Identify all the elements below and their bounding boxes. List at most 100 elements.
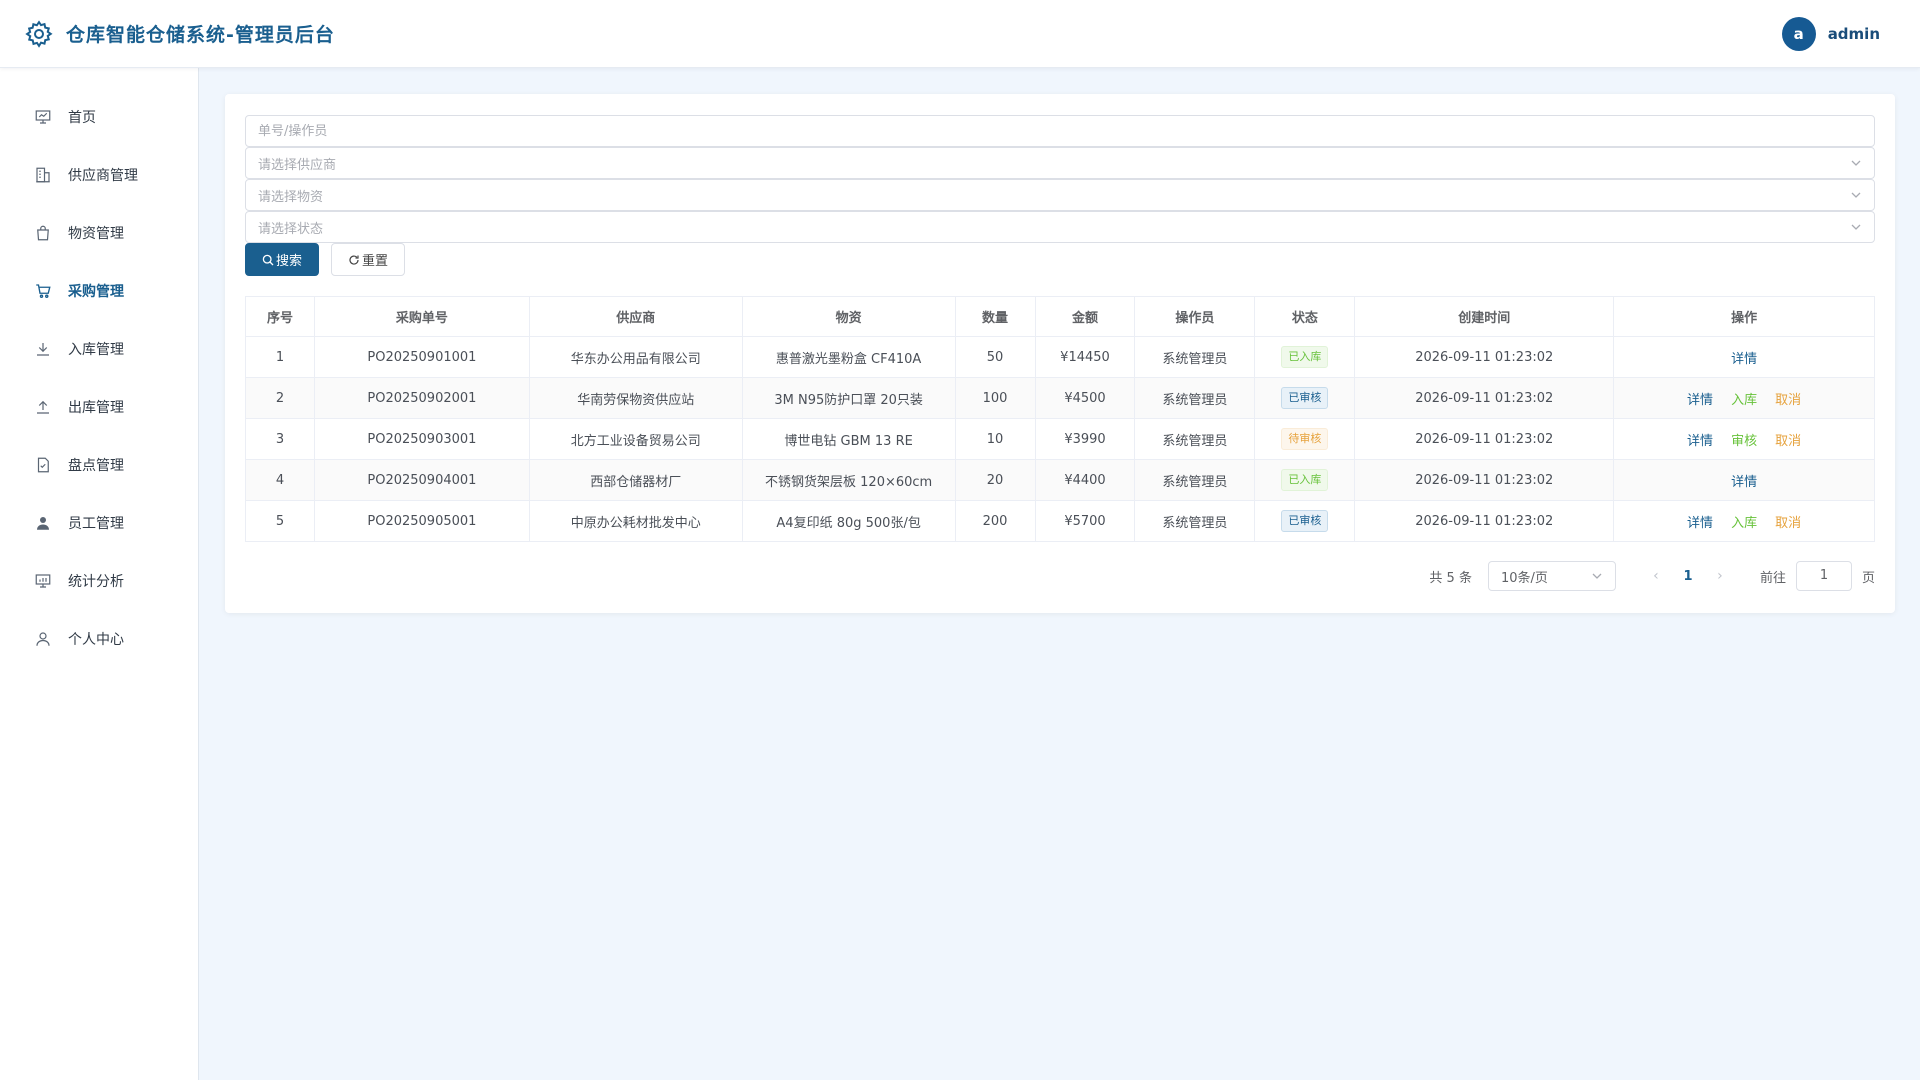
user-menu[interactable]: a admin	[1781, 16, 1880, 51]
sidebar-item-purchase[interactable]: 采购管理	[0, 262, 198, 320]
sidebar-item-statistics[interactable]: 统计分析	[0, 552, 198, 610]
cell-created-time: 2026-09-11 01:23:02	[1354, 336, 1615, 378]
sidebar-item-home[interactable]: 首页	[0, 88, 198, 146]
column-header: 金额	[1034, 296, 1136, 337]
cell-operator: 系统管理员	[1134, 377, 1256, 419]
cell-material: 3M N95防护口罩 20只装	[741, 377, 956, 419]
sidebar-item-outbound[interactable]: 出库管理	[0, 378, 198, 436]
cell-supplier: 北方工业设备贸易公司	[528, 418, 743, 460]
status-badge: 已审核	[1281, 510, 1329, 532]
presentation-icon	[34, 108, 52, 126]
cell-status: 已入库	[1254, 459, 1356, 501]
chevron-down-icon	[1851, 160, 1861, 166]
upload-icon	[34, 398, 52, 416]
search-button-label: 搜索	[275, 254, 302, 269]
cell-material: 惠普激光墨粉盒 CF410A	[741, 336, 956, 378]
cell-created-time: 2026-09-11 01:23:02	[1354, 377, 1615, 419]
cell-amount: ¥4400	[1034, 459, 1136, 501]
bag-icon	[34, 224, 52, 242]
cell-amount: ¥5700	[1034, 500, 1136, 542]
cell-actions: 详情	[1613, 336, 1875, 378]
sidebar-item-inbound[interactable]: 入库管理	[0, 320, 198, 378]
table-body: 1 PO20250901001 华东办公用品有限公司 惠普激光墨粉盒 CF410A 50…	[245, 336, 1875, 542]
cell-operator: 系统管理员	[1134, 500, 1256, 542]
document-check-icon	[34, 456, 52, 474]
chevron-down-icon	[1592, 573, 1602, 579]
avatar[interactable]: a	[1781, 16, 1816, 51]
cell-created-time: 2026-09-11 01:23:02	[1354, 418, 1615, 460]
cancel-link[interactable]: 取消	[1775, 516, 1801, 531]
material-select-placeholder: 请选择物资	[258, 189, 324, 205]
sidebar-item-label: 物资管理	[68, 226, 124, 242]
chevron-down-icon	[1851, 192, 1861, 198]
detail-link[interactable]: 详情	[1687, 516, 1713, 531]
cell-order-no: PO20250903001	[313, 418, 530, 460]
cell-operator: 系统管理员	[1134, 418, 1256, 460]
chevron-down-icon	[1851, 224, 1861, 230]
purchase-panel: 请选择供应商 请选择物资 请选择状态 搜索 重置 序号 采购单号 供应商	[225, 94, 1895, 613]
sidebar-item-employees[interactable]: 员工管理	[0, 494, 198, 552]
cell-created-time: 2026-09-11 01:23:02	[1354, 500, 1615, 542]
inbound-link[interactable]: 入库	[1731, 516, 1757, 531]
cell-quantity: 20	[954, 459, 1036, 501]
cancel-link[interactable]: 取消	[1775, 434, 1801, 449]
status-select-placeholder: 请选择状态	[258, 221, 324, 237]
cell-quantity: 50	[954, 336, 1036, 378]
inbound-link[interactable]: 入库	[1731, 393, 1757, 408]
material-select[interactable]: 请选择物资	[245, 179, 1875, 211]
supplier-select[interactable]: 请选择供应商	[245, 147, 1875, 179]
reset-button[interactable]: 重置	[331, 243, 405, 276]
sidebar-item-label: 盘点管理	[68, 458, 124, 474]
cell-operator: 系统管理员	[1134, 336, 1256, 378]
cell-order-no: PO20250902001	[313, 377, 530, 419]
cell-supplier: 华南劳保物资供应站	[528, 377, 743, 419]
detail-link[interactable]: 详情	[1687, 434, 1713, 449]
goto-label: 前往	[1759, 570, 1786, 586]
sidebar-item-materials[interactable]: 物资管理	[0, 204, 198, 262]
cell-created-time: 2026-09-11 01:23:02	[1354, 459, 1615, 501]
prev-page-button[interactable]: ‹	[1640, 568, 1672, 584]
purchase-table: 序号 采购单号 供应商 物资 数量 金额 操作员 状态 创建时间 操作 1 PO2…	[245, 296, 1875, 542]
status-select[interactable]: 请选择状态	[245, 211, 1875, 243]
next-page-button[interactable]: ›	[1704, 568, 1736, 584]
page-size-select[interactable]: 10条/页	[1487, 561, 1616, 591]
download-icon	[34, 340, 52, 358]
detail-link[interactable]: 详情	[1731, 475, 1757, 490]
cell-order-no: PO20250901001	[313, 336, 530, 378]
sidebar-item-label: 员工管理	[68, 516, 124, 532]
chart-board-icon	[34, 572, 52, 590]
sidebar-item-suppliers[interactable]: 供应商管理	[0, 146, 198, 204]
keyword-input[interactable]	[258, 123, 1862, 139]
cell-amount: ¥4500	[1034, 377, 1136, 419]
sidebar-item-profile[interactable]: 个人中心	[0, 610, 198, 668]
total-count: 共 5 条	[1429, 570, 1472, 586]
column-header: 状态	[1254, 296, 1356, 337]
pagination: 共 5 条 10条/页 ‹ 1 › 前往 1 页	[1429, 561, 1875, 591]
cell-index: 1	[245, 336, 315, 378]
sidebar-item-label: 出库管理	[68, 400, 124, 416]
cancel-link[interactable]: 取消	[1775, 393, 1801, 408]
table-row: 2 PO20250902001 华南劳保物资供应站 3M N95防护口罩 20只装 10…	[245, 377, 1875, 419]
status-badge: 已审核	[1281, 387, 1329, 409]
page-number-current[interactable]: 1	[1672, 569, 1704, 584]
detail-link[interactable]: 详情	[1687, 393, 1713, 408]
cell-quantity: 200	[954, 500, 1036, 542]
cell-status: 已审核	[1254, 500, 1356, 542]
user-filled-icon	[34, 514, 52, 532]
detail-link[interactable]: 详情	[1731, 352, 1757, 367]
approve-link[interactable]: 审核	[1731, 434, 1757, 449]
keyword-field[interactable]	[245, 115, 1875, 147]
cell-supplier: 中原办公耗材批发中心	[528, 500, 743, 542]
column-header: 供应商	[528, 296, 743, 337]
gear-icon	[24, 19, 54, 49]
cell-index: 2	[245, 377, 315, 419]
page-suffix: 页	[1861, 570, 1875, 586]
username[interactable]: admin	[1828, 25, 1880, 43]
table-row: 4 PO20250904001 西部仓储器材厂 不锈钢货架层板 120×60cm 20 ¥…	[245, 459, 1875, 501]
table-row: 3 PO20250903001 北方工业设备贸易公司 博世电钻 GBM 13 RE 10…	[245, 418, 1875, 460]
sidebar-item-inventory-check[interactable]: 盘点管理	[0, 436, 198, 494]
cell-status: 待审核	[1254, 418, 1356, 460]
search-button[interactable]: 搜索	[245, 243, 319, 276]
cell-actions: 详情 入库 取消	[1613, 377, 1875, 419]
goto-page-input[interactable]: 1	[1795, 561, 1852, 591]
